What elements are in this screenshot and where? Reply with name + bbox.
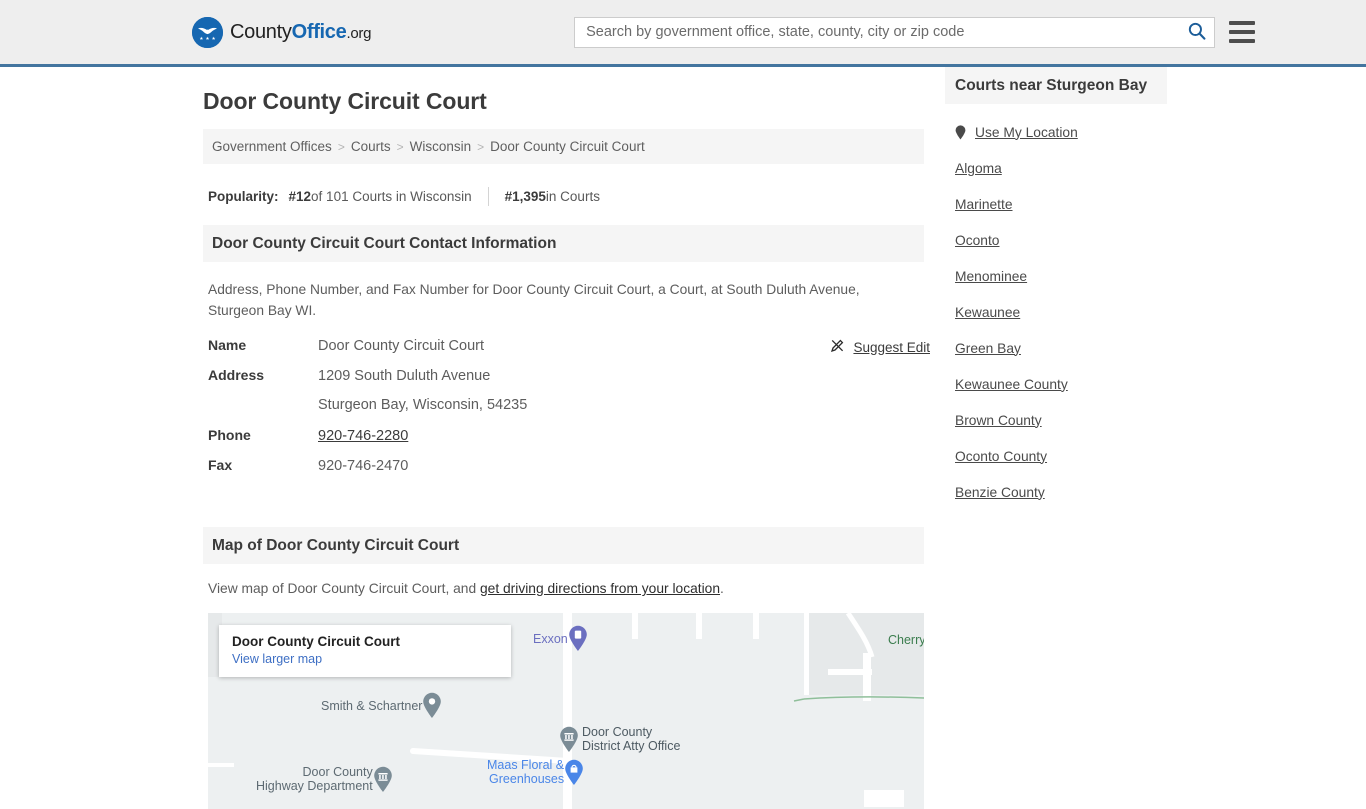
popularity-label: Popularity:: [208, 189, 279, 204]
suggest-edit-label: Suggest Edit: [853, 339, 930, 355]
popularity-overall-suffix: in Courts: [545, 189, 600, 204]
sidebar-item-marinette[interactable]: Marinette: [945, 186, 1167, 222]
search-icon: [1188, 22, 1206, 43]
search-area: [574, 16, 1256, 48]
edit-pencil-icon: [830, 338, 845, 356]
popularity-state-rank: #12: [288, 189, 312, 204]
contact-key-phone: Phone: [208, 427, 251, 443]
map-section-heading: Map of Door County Circuit Court: [203, 527, 924, 564]
contact-value-name: Door County Circuit Court: [318, 338, 484, 354]
sidebar-link[interactable]: Marinette: [955, 197, 1013, 212]
sidebar-item-oconto-county[interactable]: Oconto County: [945, 438, 1167, 474]
sidebar-link[interactable]: Oconto County: [955, 449, 1047, 464]
contact-section-description: Address, Phone Number, and Fax Number fo…: [208, 282, 860, 318]
search-input[interactable]: [584, 17, 1181, 47]
contact-section-heading: Door County Circuit Court Contact Inform…: [203, 225, 924, 262]
breadcrumb-separator: >: [396, 139, 404, 154]
menu-bar-1: [1229, 21, 1256, 25]
sidebar-item-kewaunee-county[interactable]: Kewaunee County: [945, 366, 1167, 402]
search-box[interactable]: [574, 16, 1216, 48]
contact-value-address-line2: Sturgeon Bay, Wisconsin, 54235: [318, 397, 528, 413]
map-area-label-cherry: Cherry: [888, 633, 924, 647]
breadcrumb-separator: >: [337, 139, 345, 154]
sidebar-list: Use My Location Algoma Marinette Oconto …: [945, 114, 1167, 510]
breadcrumb-separator: >: [477, 139, 485, 154]
sidebar-link[interactable]: Green Bay: [955, 341, 1021, 356]
map-embed[interactable]: Cherry Exxon Smith & Schartner Door Coun…: [208, 613, 924, 809]
site-logo-text: CountyOffice.org: [230, 21, 371, 44]
contact-value-fax: 920-746-2470: [318, 458, 409, 474]
contact-key-address: Address: [208, 367, 265, 383]
breadcrumb: Government Offices > Courts > Wisconsin …: [203, 129, 924, 164]
page-title: Door County Circuit Court: [203, 88, 487, 114]
sidebar-item-benzie-county[interactable]: Benzie County: [945, 474, 1167, 510]
sidebar-link[interactable]: Brown County: [955, 413, 1042, 428]
sidebar-item-kewaunee[interactable]: Kewaunee: [945, 294, 1167, 330]
sidebar-link[interactable]: Kewaunee: [955, 305, 1020, 320]
contact-section: Door County Circuit Court Contact Inform…: [203, 225, 930, 487]
eagle-stars-logo-icon: [192, 16, 223, 48]
contact-value-address-line1: 1209 South Duluth Avenue: [318, 368, 491, 384]
view-larger-map-link[interactable]: View larger map: [232, 650, 322, 668]
sidebar-item-green-bay[interactable]: Green Bay: [945, 330, 1167, 366]
map-control-button[interactable]: [864, 790, 904, 807]
driving-directions-link[interactable]: get driving directions from your locatio…: [480, 581, 720, 596]
site-logo[interactable]: CountyOffice.org: [192, 16, 371, 48]
popularity-overall-rank: #1,395: [504, 189, 546, 204]
table-row: Sturgeon Bay, Wisconsin, 54235: [208, 397, 924, 427]
breadcrumb-item-wisconsin[interactable]: Wisconsin: [410, 139, 472, 154]
suggest-edit-button[interactable]: Suggest Edit: [830, 338, 930, 356]
brand-part-county: County: [230, 20, 292, 43]
contact-table: Name Door County Circuit Court Address 1…: [208, 337, 930, 487]
main-column: Door County Circuit Court Government Off…: [203, 67, 930, 809]
map-section: Map of Door County Circuit Court View ma…: [203, 527, 924, 809]
table-row: Address 1209 South Duluth Avenue: [208, 367, 924, 397]
sidebar-item-menominee[interactable]: Menominee: [945, 258, 1167, 294]
table-row: Name Door County Circuit Court: [208, 337, 924, 367]
sidebar-link[interactable]: Oconto: [955, 233, 999, 248]
breadcrumb-item-courts[interactable]: Courts: [351, 139, 391, 154]
popularity-row: Popularity: #12 of 101 Courts in Wiscons…: [208, 187, 924, 206]
phone-link[interactable]: 920-746-2280: [318, 428, 408, 444]
contact-key-name: Name: [208, 337, 247, 353]
search-button[interactable]: [1180, 18, 1214, 47]
menu-bar-3: [1229, 39, 1256, 43]
popularity-divider: [487, 187, 489, 206]
brand-part-office: Office: [291, 20, 347, 43]
table-row: Fax 920-746-2470: [208, 457, 924, 487]
map-card-title: Door County Circuit Court: [232, 634, 400, 649]
sidebar-item-oconto[interactable]: Oconto: [945, 222, 1167, 258]
table-row: Phone 920-746-2280: [208, 427, 924, 457]
map-intro-prefix: View map of Door County Circuit Court, a…: [208, 581, 480, 596]
sidebar-link[interactable]: Algoma: [955, 161, 1002, 176]
contact-key-fax: Fax: [208, 457, 233, 473]
sidebar-link[interactable]: Menominee: [955, 269, 1027, 284]
sidebar-item-brown-county[interactable]: Brown County: [945, 402, 1167, 438]
hamburger-menu-icon[interactable]: [1229, 21, 1256, 43]
popularity-state-suffix: of 101 Courts in Wisconsin: [311, 189, 472, 204]
breadcrumb-item-government-offices[interactable]: Government Offices: [212, 139, 332, 154]
breadcrumb-item-current: Door County Circuit Court: [490, 139, 645, 154]
sidebar-item-use-my-location[interactable]: Use My Location: [945, 114, 1167, 150]
use-my-location-link[interactable]: Use My Location: [975, 125, 1078, 140]
sidebar-link[interactable]: Kewaunee County: [955, 377, 1068, 392]
sidebar: Courts near Sturgeon Bay Use My Location…: [945, 67, 1167, 809]
location-pin-icon: [955, 124, 966, 140]
sidebar-link[interactable]: Benzie County: [955, 485, 1045, 500]
map-info-card[interactable]: Door County Circuit Court View larger ma…: [219, 625, 511, 677]
page-content: Door County Circuit Court Government Off…: [0, 67, 1366, 809]
sidebar-heading: Courts near Sturgeon Bay: [945, 67, 1167, 104]
site-header: CountyOffice.org: [0, 0, 1366, 67]
map-section-intro: View map of Door County Circuit Court, a…: [208, 581, 924, 596]
contact-value-phone: 920-746-2280: [318, 428, 408, 444]
sidebar-item-algoma[interactable]: Algoma: [945, 150, 1167, 186]
brand-part-org: .org: [346, 24, 372, 42]
menu-bar-2: [1229, 30, 1256, 34]
map-intro-suffix: .: [720, 581, 724, 596]
